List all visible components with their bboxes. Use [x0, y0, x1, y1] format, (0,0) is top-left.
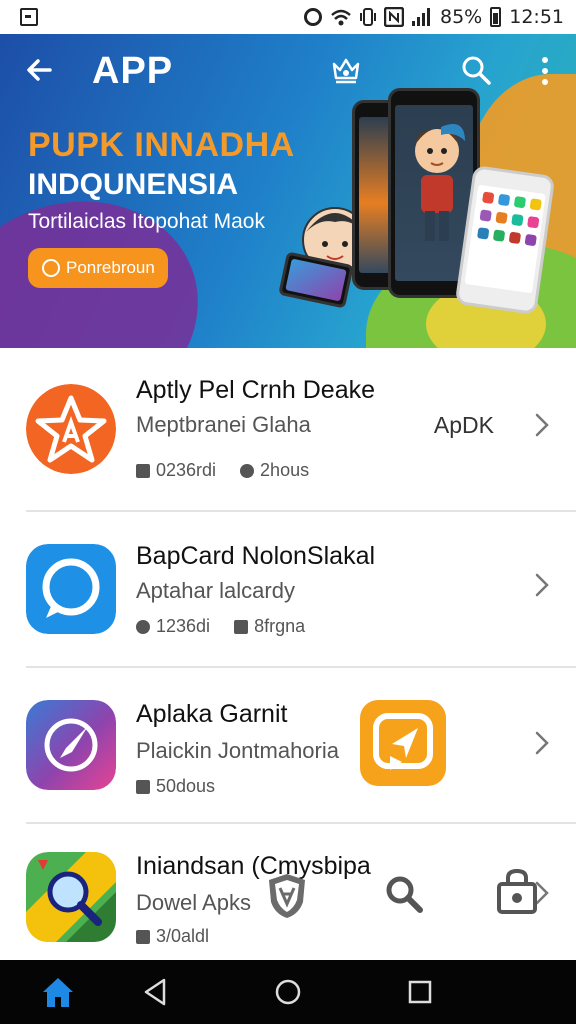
app-tag: ApDK: [433, 412, 494, 438]
app-meta: 50dous: [136, 776, 215, 797]
boy-character-icon: [415, 124, 465, 241]
crown-icon[interactable]: [330, 54, 362, 86]
puzzle-icon: [136, 929, 150, 944]
app-meta: 0236rdi 2hous: [136, 460, 309, 481]
back-icon[interactable]: [138, 974, 174, 1010]
meta-downloads: 3/0aldl: [156, 926, 210, 946]
magnifier-map-icon: [26, 852, 116, 942]
clock-icon: [240, 463, 255, 478]
compass-icon: [26, 700, 116, 790]
app-name: Iniandsan (Cmysbipa: [136, 852, 371, 880]
signal-icon: [412, 8, 432, 26]
chevron-right-icon[interactable]: [532, 412, 552, 438]
download-icon: [136, 779, 150, 794]
app-name: Aptly Pel Crnh Deake: [136, 376, 376, 404]
app-name: Aplaka Garnit: [136, 700, 288, 728]
chevron-right-icon[interactable]: [532, 730, 552, 756]
chevron-right-icon[interactable]: [532, 572, 552, 598]
chat-bubble-icon: [26, 544, 116, 634]
battery-percent: 85%: [440, 6, 483, 28]
app-bar: APP: [0, 34, 576, 106]
app-subtitle: Dowel Apks: [136, 890, 251, 915]
shield-badge-icon[interactable]: [266, 872, 308, 920]
recents-icon[interactable]: [402, 974, 438, 1010]
back-arrow-icon[interactable]: [24, 54, 56, 86]
app-title: APP: [92, 50, 174, 92]
wifi-icon: [331, 9, 351, 26]
banner-tagline: Tortilaiclas Itopohat Maok: [28, 210, 265, 233]
banner-subheadline: INDQUNENSIA: [28, 168, 239, 201]
nfc-icon: [384, 7, 404, 27]
app-subtitle: Aptahar lalcardy: [136, 578, 295, 603]
list-item[interactable]: Aptly Pel Crnh Deake Meptbranei Glaha Ap…: [0, 348, 576, 512]
clock: 12:51: [509, 6, 564, 28]
home-icon[interactable]: [40, 974, 76, 1010]
app-subtitle: Meptbranei Glaha: [136, 412, 311, 437]
info-icon: [136, 619, 150, 634]
battery-icon: [490, 7, 502, 27]
app-meta: 1236di 8frgna: [136, 616, 305, 637]
meta-downloads: 0236rdi: [156, 460, 217, 480]
app-meta: 3/0aldl: [136, 926, 209, 947]
screenshot-icon: [20, 8, 38, 26]
search-icon[interactable]: [460, 54, 492, 86]
app-subtitle: Plaickin Jontmahoria: [136, 738, 339, 763]
orange-message-icon[interactable]: [360, 700, 446, 786]
list-item[interactable]: BapCard NolonSlakal Aptahar lalcardy 123…: [0, 512, 576, 672]
status-bar: 85% 12:51: [0, 0, 576, 34]
book-icon: [234, 619, 249, 634]
meta-time: 2hous: [260, 460, 310, 480]
search-circle-icon: [42, 259, 60, 277]
status-icons: 85% 12:51: [304, 6, 564, 28]
app-header: APP PUPK INNADHA INDQUNENSIA Tortilaicla…: [0, 34, 576, 348]
search-icon[interactable]: [384, 874, 424, 914]
lock-bag-icon[interactable]: [496, 868, 538, 914]
download-icon: [136, 463, 150, 478]
system-nav-bar: [0, 960, 576, 1024]
meta-downloads: 1236di: [156, 616, 211, 636]
banner-cta-button[interactable]: Ponrebroun: [28, 248, 168, 288]
home-circle-icon[interactable]: [270, 974, 306, 1010]
banner-cta-label: Ponrebroun: [66, 258, 155, 277]
star-a-icon: [26, 384, 116, 474]
vibrate-icon: [360, 8, 376, 26]
list-item[interactable]: Aplaka Garnit Plaickin Jontmahoria 50dou…: [0, 668, 576, 828]
meta-category: 8frgna: [254, 616, 306, 636]
meta-downloads: 50dous: [156, 776, 216, 796]
app-name: BapCard NolonSlakal: [136, 542, 376, 570]
more-vert-icon[interactable]: [540, 56, 550, 86]
banner-headline: PUPK INNADHA: [28, 126, 295, 164]
alarm-icon: [304, 8, 322, 26]
